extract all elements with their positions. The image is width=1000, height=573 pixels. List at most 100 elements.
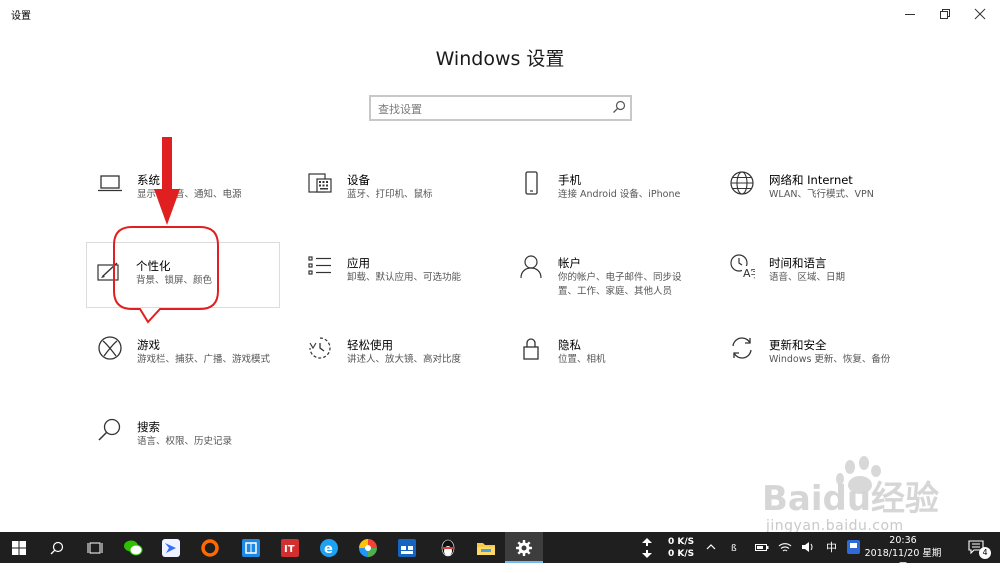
svg-text:IT: IT — [284, 544, 295, 555]
taskbar: IT e 0 K/S 0 K/S ß 中 — [0, 532, 1000, 563]
taskbar-app-settings[interactable] — [505, 532, 543, 563]
store-app-icon — [398, 538, 416, 557]
tray-blue-app-icon[interactable] — [847, 540, 860, 554]
search-placeholder: 查找设置 — [378, 103, 422, 116]
search-icon — [613, 100, 626, 113]
taskbar-app-color-wheel[interactable] — [349, 532, 387, 563]
tile-name: 设备 — [347, 173, 370, 187]
tile-desc: 位置、相机 — [558, 354, 606, 365]
tile-desc: 语言、权限、历史记录 — [137, 436, 233, 447]
browser-e-icon: e — [320, 538, 338, 557]
title-bar: 设置 — [0, 0, 1000, 28]
tile-name: 系统 — [137, 173, 160, 187]
taskbar-app-blue-store[interactable] — [388, 532, 426, 563]
action-center-button[interactable]: 4 — [962, 532, 1000, 563]
volume-icon[interactable] — [801, 541, 815, 553]
windows-logo-icon — [12, 540, 26, 555]
notification-badge: 4 — [979, 547, 991, 559]
tile-desc: Windows 更新、恢复、备份 — [769, 354, 891, 365]
color-wheel-icon — [359, 538, 377, 557]
clock[interactable]: 20:36 2018/11/20 星期二 — [862, 534, 944, 573]
tile-privacy[interactable]: 隐私 位置、相机 — [508, 327, 702, 397]
xbox-icon — [98, 336, 122, 360]
search-icon — [98, 418, 121, 441]
ease-of-access-icon — [309, 337, 331, 359]
lock-icon — [523, 338, 539, 360]
svg-text:A字: A字 — [743, 266, 755, 279]
tile-desc: 蓝牙、打印机、鼠标 — [347, 189, 433, 200]
tile-name: 更新和安全 — [769, 338, 827, 352]
restore-button[interactable] — [928, 0, 962, 28]
tile-desc: 卸载、默认应用、可选功能 — [347, 272, 462, 283]
search-box[interactable]: 查找设置 — [369, 95, 632, 121]
tile-desc: 语音、区域、日期 — [769, 272, 846, 283]
tile-name: 网络和 Internet — [769, 173, 853, 187]
laptop-icon — [98, 175, 122, 192]
close-icon — [974, 8, 986, 20]
tile-name: 隐私 — [558, 338, 581, 352]
penguin-icon — [441, 539, 455, 556]
tile-ease-of-access[interactable]: 轻松使用 讲述人、放大镜、高对比度 — [297, 327, 491, 397]
gear-icon — [516, 539, 532, 556]
taskbar-app-blue-grid[interactable] — [232, 532, 270, 563]
wifi-icon[interactable] — [778, 541, 792, 553]
search-icon — [50, 541, 64, 554]
close-button[interactable] — [963, 0, 997, 28]
tile-gaming[interactable]: 游戏 游戏栏、捕获、广播、游戏模式 — [87, 327, 281, 397]
chevron-up-icon[interactable] — [706, 543, 716, 551]
tile-phone[interactable]: 手机 连接 Android 设备、iPhone — [508, 162, 702, 232]
folder-icon — [477, 542, 495, 555]
tile-desc: 背景、锁屏、颜色 — [136, 275, 213, 286]
minimize-icon — [905, 14, 915, 15]
tile-name: 手机 — [558, 173, 581, 187]
time-language-icon: A字 — [730, 254, 755, 279]
taskbar-app-red-it[interactable]: IT — [271, 532, 309, 563]
tile-devices[interactable]: 设备 蓝牙、打印机、鼠标 — [297, 162, 491, 232]
tile-desc: 连接 Android 设备、iPhone — [558, 189, 681, 200]
taskbar-search-button[interactable] — [38, 532, 76, 563]
svg-text:ß: ß — [731, 544, 737, 553]
taskbar-app-feishu[interactable] — [152, 532, 190, 563]
tile-name: 帐户 — [558, 256, 581, 270]
tile-time-language[interactable]: A字 时间和语言 语音、区域、日期 — [719, 245, 913, 315]
upload-speed: 0 K/S — [668, 537, 695, 547]
tile-accounts[interactable]: 帐户 你的帐户、电子邮件、同步设置、工作、家庭、其他人员 — [508, 245, 702, 315]
taskbar-app-wechat[interactable] — [114, 532, 152, 563]
taskbar-app-file-explorer[interactable] — [467, 532, 505, 563]
tile-name: 个性化 — [136, 259, 171, 273]
download-speed: 0 K/S — [668, 549, 695, 559]
tile-desc: 显示、声音、通知、电源 — [137, 189, 242, 200]
tile-network[interactable]: 网络和 Internet WLAN、飞行模式、VPN — [719, 162, 913, 232]
taskbar-app-ie[interactable]: e — [310, 532, 348, 563]
task-view-button[interactable] — [76, 532, 114, 563]
ime-indicator[interactable]: 中 — [826, 539, 837, 555]
tile-update-security[interactable]: 更新和安全 Windows 更新、恢复、备份 — [719, 327, 913, 397]
battery-icon[interactable] — [755, 542, 769, 553]
tile-system[interactable]: 系统 显示、声音、通知、电源 — [87, 162, 281, 232]
apps-list-icon — [308, 256, 331, 275]
watermark-logo: Baidu经验 — [762, 479, 939, 519]
tile-desc: 游戏栏、捕获、广播、游戏模式 — [137, 354, 271, 365]
orange-ring-icon — [201, 538, 219, 557]
tile-name: 轻松使用 — [347, 338, 393, 352]
bird-app-icon — [162, 538, 180, 557]
globe-icon — [730, 171, 754, 195]
phone-icon — [525, 171, 538, 195]
tile-name: 游戏 — [137, 338, 160, 352]
tile-desc: WLAN、飞行模式、VPN — [769, 189, 874, 200]
svg-text:e: e — [324, 542, 333, 557]
clock-time: 20:36 — [889, 535, 917, 546]
tray-app-icon[interactable]: ß — [731, 541, 741, 553]
tile-search[interactable]: 搜索 语言、权限、历史记录 — [87, 409, 281, 479]
start-button[interactable] — [0, 532, 38, 563]
tile-name: 时间和语言 — [769, 256, 827, 270]
minimize-button[interactable] — [893, 0, 927, 28]
red-app-icon: IT — [281, 538, 299, 557]
page-title: Windows 设置 — [435, 48, 565, 70]
window-title: 设置 — [11, 11, 31, 22]
taskbar-app-qq[interactable] — [429, 532, 467, 563]
tile-desc: 你的帐户、电子邮件、同步设置、工作、家庭、其他人员 — [558, 272, 682, 297]
tile-personalization[interactable]: 个性化 背景、锁屏、颜色 — [86, 242, 280, 308]
taskbar-app-orange-ring[interactable] — [191, 532, 229, 563]
tile-apps[interactable]: 应用 卸载、默认应用、可选功能 — [297, 245, 491, 315]
